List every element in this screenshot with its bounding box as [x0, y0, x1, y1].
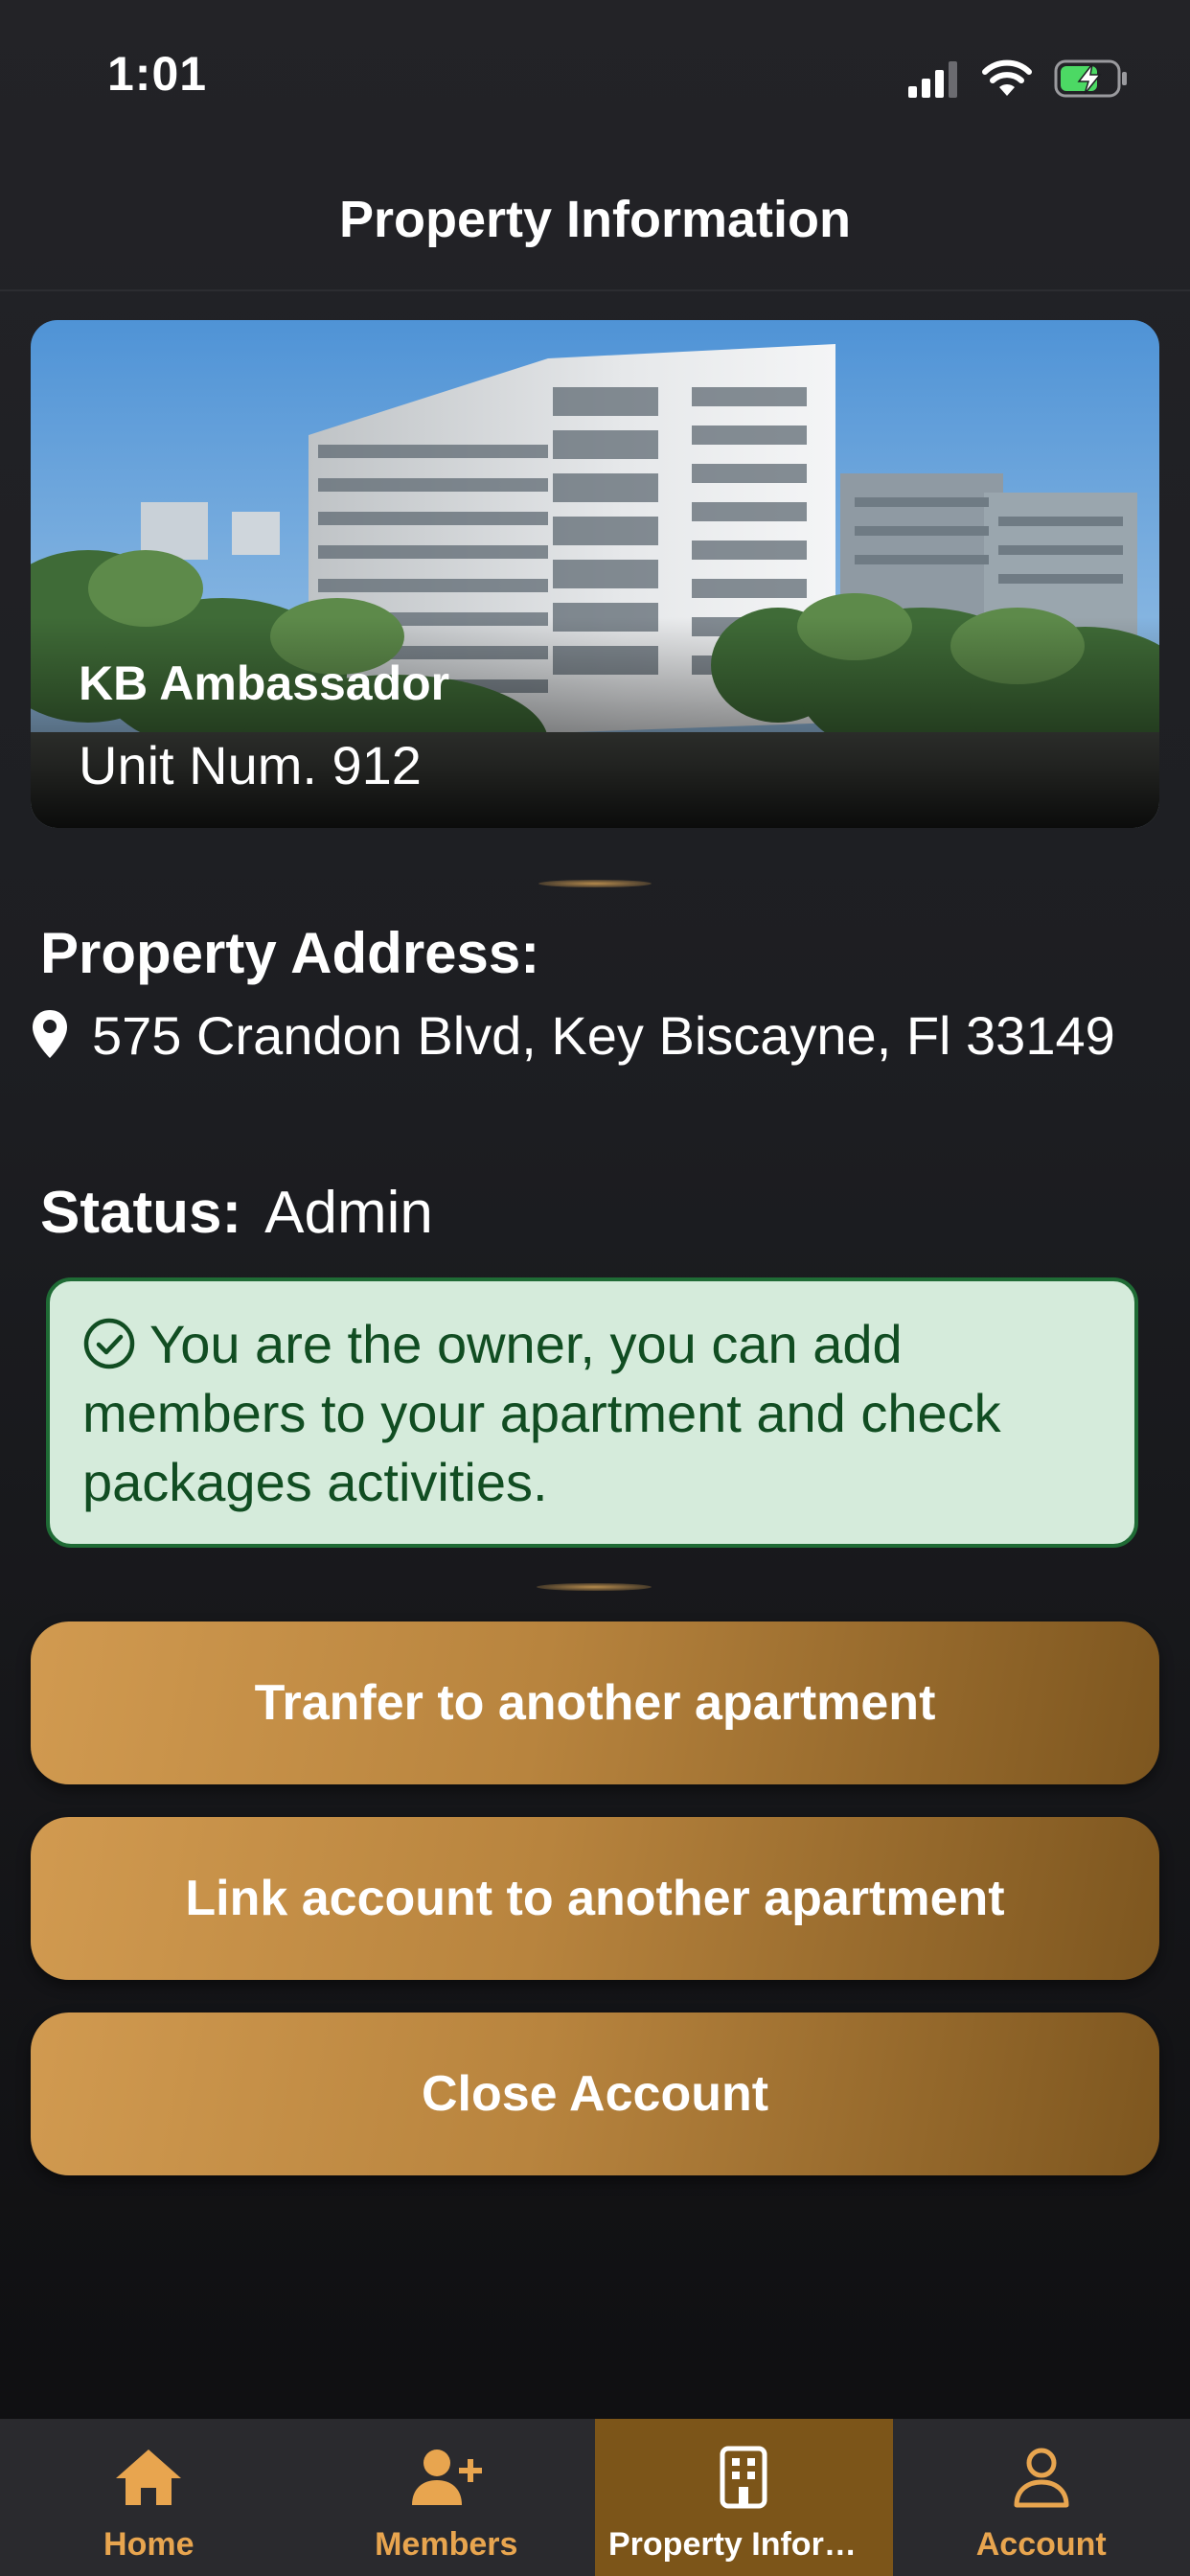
location-pin-icon: [33, 1010, 67, 1058]
nav-header: Property Information: [0, 163, 1190, 291]
check-circle-icon: [83, 1318, 135, 1369]
cellular-signal-icon: [908, 61, 957, 98]
status-bar: 1:01: [0, 0, 1190, 163]
address-text: 575 Crandon Blvd, Key Biscayne, Fl 33149: [92, 1005, 1115, 1066]
tab-label: Account: [975, 2526, 1107, 2563]
owner-notice-text: You are the owner, you can add members t…: [82, 1314, 1001, 1512]
status-label: Status:: [40, 1180, 242, 1246]
property-name: KB Ambassador: [79, 656, 450, 710]
wifi-icon: [982, 59, 1032, 96]
add-member-icon: [411, 2450, 482, 2505]
link-account-button[interactable]: Link account to another apartment: [31, 1817, 1159, 1980]
tab-account[interactable]: Account: [893, 2419, 1190, 2576]
tab-label: Property Information: [608, 2526, 893, 2563]
building-icon: [720, 2446, 767, 2509]
tab-label: Home: [103, 2526, 195, 2563]
tab-members[interactable]: Members: [298, 2419, 596, 2576]
battery-charging-icon: [1054, 59, 1127, 98]
tab-home[interactable]: Home: [0, 2419, 298, 2576]
property-unit: Unit Num. 912: [79, 735, 422, 795]
status-icons: [906, 56, 1129, 102]
section-divider: [538, 880, 652, 887]
user-icon: [1014, 2448, 1069, 2508]
status-value: Admin: [264, 1180, 433, 1246]
address-line: 575 Crandon Blvd, Key Biscayne, Fl 33149: [31, 1002, 1142, 1070]
card-shade: [31, 617, 1159, 828]
home-icon: [116, 2450, 182, 2505]
tab-bar: Home Members Property Information Accoun…: [0, 2419, 1190, 2576]
status-time: 1:01: [107, 47, 208, 101]
section-divider: [537, 1583, 652, 1591]
owner-notice: You are the owner, you can add members t…: [46, 1277, 1138, 1548]
page-title: Property Information: [338, 191, 852, 248]
address-heading: Property Address:: [40, 921, 540, 985]
close-account-button[interactable]: Close Account: [31, 2012, 1159, 2175]
transfer-apartment-button[interactable]: Tranfer to another apartment: [31, 1622, 1159, 1784]
tab-property-information[interactable]: Property Information: [595, 2419, 893, 2576]
status-row: Status: Admin: [40, 1179, 433, 1247]
tab-label: Members: [375, 2526, 518, 2563]
property-card: KB Ambassador Unit Num. 912: [31, 320, 1159, 828]
